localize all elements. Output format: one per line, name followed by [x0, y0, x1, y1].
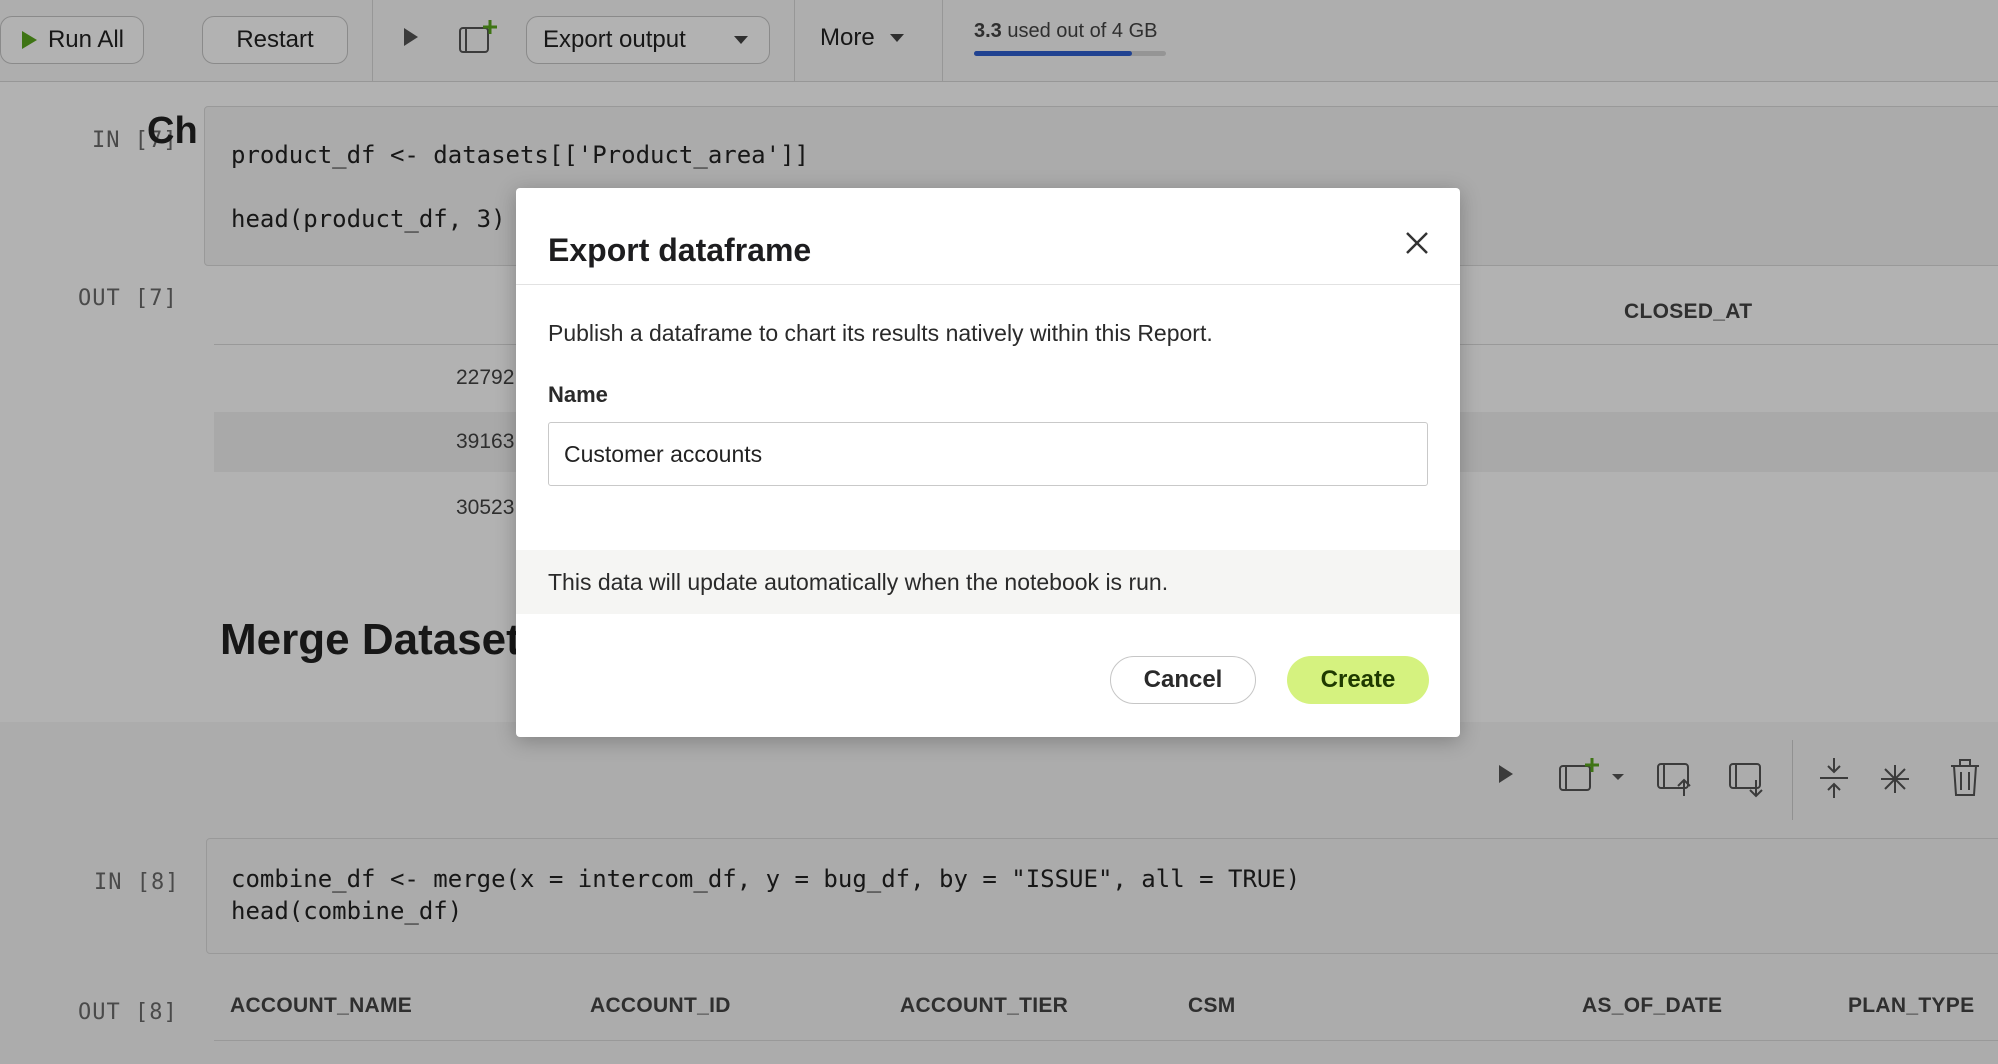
- modal-title: Export dataframe: [548, 232, 812, 268]
- modal-description: Publish a dataframe to chart its results…: [548, 320, 1213, 346]
- export-dataframe-modal: Export dataframe Publish a dataframe to …: [516, 188, 1460, 737]
- modal-divider: [516, 284, 1460, 285]
- name-input[interactable]: [548, 422, 1428, 486]
- auto-update-note: This data will update automatically when…: [516, 550, 1460, 614]
- cancel-label: Cancel: [1143, 666, 1223, 693]
- name-field-label: Name: [548, 382, 608, 407]
- close-button[interactable]: [1394, 220, 1440, 266]
- create-button[interactable]: Create: [1287, 656, 1429, 704]
- create-label: Create: [1320, 666, 1396, 693]
- cancel-button[interactable]: Cancel: [1110, 656, 1256, 704]
- close-icon: [1406, 232, 1428, 254]
